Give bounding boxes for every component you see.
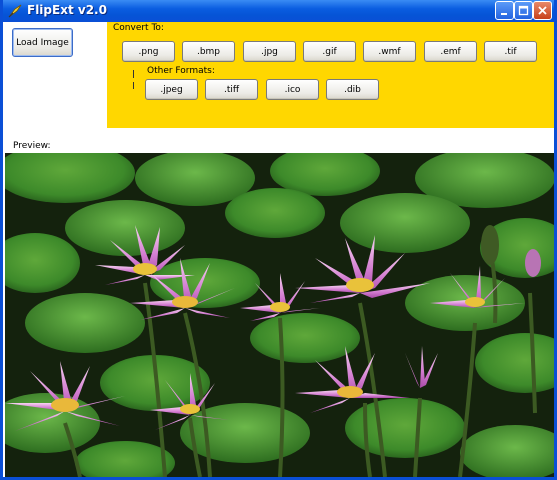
convert-dib-button[interactable]: .dib bbox=[326, 79, 379, 100]
app-window: FlipExt v2.0 Load Image Convert To: .png… bbox=[0, 0, 557, 480]
preview-image bbox=[5, 153, 554, 477]
convert-bmp-button[interactable]: .bmp bbox=[182, 41, 235, 62]
water-lilies-photo bbox=[5, 153, 554, 477]
convert-wmf-button[interactable]: .wmf bbox=[363, 41, 416, 62]
close-button[interactable] bbox=[533, 1, 552, 20]
load-image-button[interactable]: Load Image bbox=[12, 28, 73, 57]
other-formats-label: Other Formats: bbox=[147, 66, 215, 76]
convert-tiff-button[interactable]: .tiff bbox=[205, 79, 258, 100]
convert-emf-button[interactable]: .emf bbox=[424, 41, 477, 62]
title-bar[interactable]: FlipExt v2.0 bbox=[3, 0, 554, 22]
window-title: FlipExt v2.0 bbox=[27, 3, 107, 17]
convert-to-label: Convert To: bbox=[113, 23, 164, 33]
app-feather-icon bbox=[7, 3, 23, 19]
convert-gif-button[interactable]: .gif bbox=[303, 41, 356, 62]
preview-label: Preview: bbox=[13, 141, 51, 151]
maximize-button[interactable] bbox=[514, 1, 533, 20]
convert-tif-button[interactable]: .tif bbox=[484, 41, 537, 62]
convert-panel: Convert To: .png .bmp .jpg .gif .wmf .em… bbox=[107, 22, 554, 128]
minimize-icon bbox=[499, 1, 510, 20]
separator-tick-bottom bbox=[133, 82, 134, 89]
client-area: Load Image Convert To: .png .bmp .jpg .g… bbox=[3, 22, 554, 477]
separator-tick-top bbox=[133, 70, 134, 78]
convert-jpg-button[interactable]: .jpg bbox=[243, 41, 296, 62]
convert-jpeg-button[interactable]: .jpeg bbox=[145, 79, 198, 100]
minimize-button[interactable] bbox=[495, 1, 514, 20]
maximize-icon bbox=[518, 1, 529, 20]
close-icon bbox=[537, 1, 548, 20]
convert-png-button[interactable]: .png bbox=[122, 41, 175, 62]
convert-ico-button[interactable]: .ico bbox=[266, 79, 319, 100]
